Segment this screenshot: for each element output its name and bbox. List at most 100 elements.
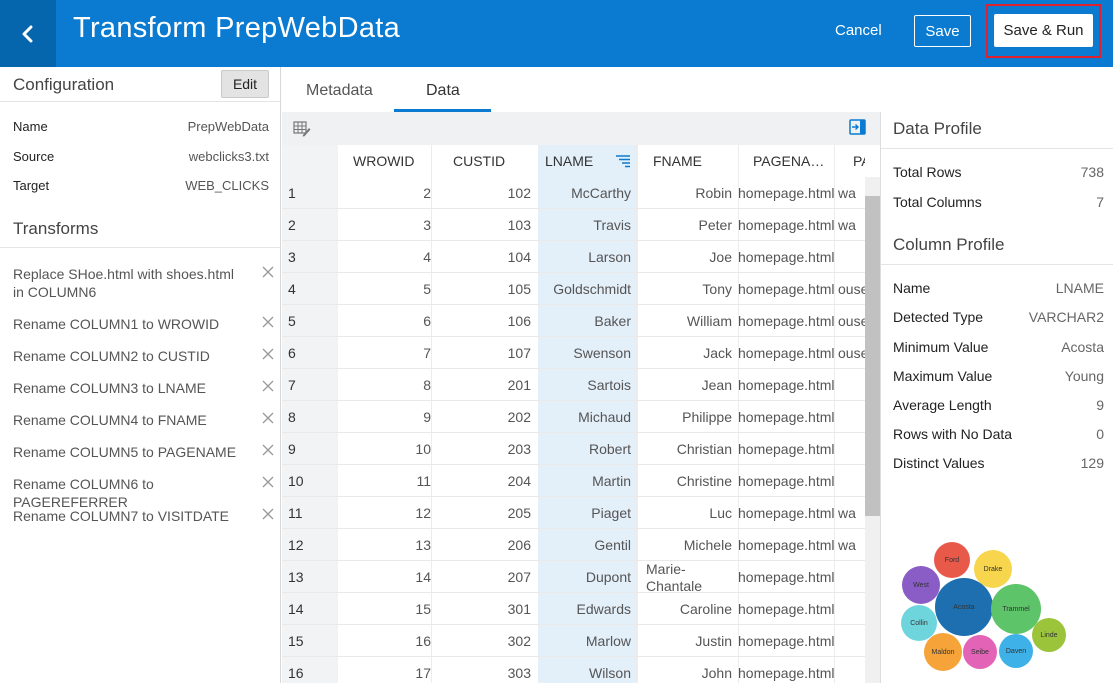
transform-item[interactable]: Replace SHoe.html with shoes.html in COL… (13, 265, 275, 301)
table-edit-icon[interactable] (293, 121, 311, 137)
cell-lname: Martin (592, 473, 631, 489)
bubble[interactable]: Maldon (924, 633, 962, 671)
divider (881, 264, 1113, 265)
cell-custid: 102 (507, 185, 531, 201)
cell-lname: Robert (588, 441, 631, 457)
config-key: Source (13, 149, 55, 164)
column-header-wrowid[interactable]: WROWID (353, 145, 414, 177)
close-icon[interactable] (261, 475, 275, 489)
expand-panel-icon[interactable] (849, 119, 866, 135)
cell-custid: 103 (507, 217, 531, 233)
left-panel: Configuration Edit Name PrepWebData Sour… (0, 67, 281, 683)
cell-lname: Goldschmidt (553, 281, 631, 297)
bubble[interactable]: Ford (934, 542, 970, 578)
bubble[interactable]: Daven (999, 634, 1033, 668)
close-icon[interactable] (261, 411, 275, 425)
configuration-header: Configuration Edit (0, 67, 280, 102)
right-panel: Data Profile Total Rows 738 Total Column… (880, 112, 1113, 683)
cell-custid: 301 (507, 601, 531, 617)
profile-value: 0 (1096, 426, 1104, 442)
table-row[interactable]: 14 15 301 Edwards Caroline homepage.html (282, 593, 865, 625)
cell-custid: 205 (507, 505, 531, 521)
back-button[interactable] (0, 0, 56, 67)
transform-label: Rename COLUMN4 to FNAME (13, 412, 207, 428)
row-number: 13 (288, 569, 304, 585)
bubble[interactable]: West (902, 566, 940, 604)
profile-key: Distinct Values (893, 455, 985, 471)
transforms-header: Transforms (0, 217, 280, 248)
table-row[interactable]: 11 12 205 Piaget Luc homepage.html wa (282, 497, 865, 529)
cell-wrowid: 8 (423, 377, 431, 393)
save-and-run-button[interactable]: Save & Run (994, 14, 1093, 47)
table-row[interactable]: 12 13 206 Gentil Michele homepage.html wa (282, 529, 865, 561)
row-number: 10 (288, 473, 304, 489)
cell-fname: Philippe (682, 409, 732, 425)
column-menu-icon[interactable] (615, 154, 631, 168)
table-row[interactable]: 8 9 202 Michaud Philippe homepage.html (282, 401, 865, 433)
bubble[interactable]: Linde (1032, 618, 1066, 652)
cell-custid: 207 (507, 569, 531, 585)
bubble[interactable]: Acosta (935, 578, 993, 636)
row-number: 9 (288, 441, 296, 457)
tab-metadata[interactable]: Metadata (306, 82, 373, 100)
cell-lname: McCarthy (571, 185, 631, 201)
transform-label: Rename COLUMN5 to PAGENAME (13, 444, 237, 460)
cell-fname: Tony (702, 281, 732, 297)
cell-pagereferrer: wa (838, 185, 856, 201)
profile-key: Total Columns (893, 194, 982, 210)
table-row[interactable]: 15 16 302 Marlow Justin homepage.html (282, 625, 865, 657)
close-icon[interactable] (261, 507, 275, 521)
scrollbar-thumb[interactable] (865, 196, 880, 516)
transform-item[interactable]: Rename COLUMN4 to FNAME (13, 411, 275, 429)
transform-item[interactable]: Rename COLUMN3 to LNAME (13, 379, 275, 397)
cell-pagereferrer: wa (838, 505, 856, 521)
row-number: 4 (288, 281, 296, 297)
profile-value: 738 (1080, 164, 1104, 180)
cell-pagereferrer: ouse (838, 313, 865, 329)
save-button[interactable]: Save (914, 15, 971, 47)
row-number: 16 (288, 665, 304, 681)
column-header-pagereferrer[interactable]: PA (853, 145, 865, 177)
table-row[interactable]: 13 14 207 Dupont Marie- Chantale homepage.htm… (282, 561, 865, 593)
cell-fname: Jean (701, 377, 732, 393)
cancel-button[interactable]: Cancel (835, 22, 882, 39)
bubble[interactable]: Seibe (963, 635, 997, 669)
column-header-lname[interactable]: LNAME (545, 145, 593, 177)
tab-data[interactable]: Data (426, 82, 460, 100)
table-row[interactable]: 10 11 204 Martin Christine homepage.html (282, 465, 865, 497)
table-row[interactable]: 5 6 106 Baker William homepage.html ouse (282, 305, 865, 337)
table-row[interactable]: 9 10 203 Robert Christian homepage.html (282, 433, 865, 465)
cell-custid: 202 (507, 409, 531, 425)
table-row[interactable]: 4 5 105 Goldschmidt Tony homepage.html ouse (282, 273, 865, 305)
transform-item[interactable]: Rename COLUMN6 to PAGEREFERRER (13, 475, 275, 511)
edit-button[interactable]: Edit (221, 70, 269, 98)
cell-lname: Larson (588, 249, 631, 265)
column-header-fname[interactable]: FNAME (653, 145, 702, 177)
profile-value: 129 (1080, 455, 1104, 471)
column-header-pagename[interactable]: PAGENA… (753, 145, 824, 177)
close-icon[interactable] (261, 315, 275, 329)
column-header-custid[interactable]: CUSTID (453, 145, 505, 177)
table-row[interactable]: 7 8 201 Sartois Jean homepage.html (282, 369, 865, 401)
cell-pagereferrer (838, 465, 865, 497)
row-number: 5 (288, 313, 296, 329)
table-row[interactable]: 6 7 107 Swenson Jack homepage.html ouse (282, 337, 865, 369)
transform-item[interactable]: Rename COLUMN2 to CUSTID (13, 347, 275, 365)
table-row[interactable]: 16 17 303 Wilson John homepage.html (282, 657, 865, 683)
table-row[interactable]: 1 2 102 McCarthy Robin homepage.html wa (282, 177, 865, 209)
close-icon[interactable] (261, 443, 275, 457)
table-row[interactable]: 3 4 104 Larson Joe homepage.html (282, 241, 865, 273)
table-row[interactable]: 2 3 103 Travis Peter homepage.html wa (282, 209, 865, 241)
cell-fname: William (686, 313, 732, 329)
cell-pagereferrer (838, 593, 865, 625)
close-icon[interactable] (261, 347, 275, 361)
transform-item[interactable]: Rename COLUMN7 to VISITDATE (13, 507, 275, 525)
transform-item[interactable]: Rename COLUMN1 to WROWID (13, 315, 275, 333)
transform-item[interactable]: Rename COLUMN5 to PAGENAME (13, 443, 275, 461)
cell-fname: Michele (683, 537, 732, 553)
row-number: 8 (288, 409, 296, 425)
row-number: 12 (288, 537, 304, 553)
close-icon[interactable] (261, 379, 275, 393)
transform-label: Rename COLUMN6 to PAGEREFERRER (13, 476, 154, 510)
close-icon[interactable] (261, 265, 275, 279)
